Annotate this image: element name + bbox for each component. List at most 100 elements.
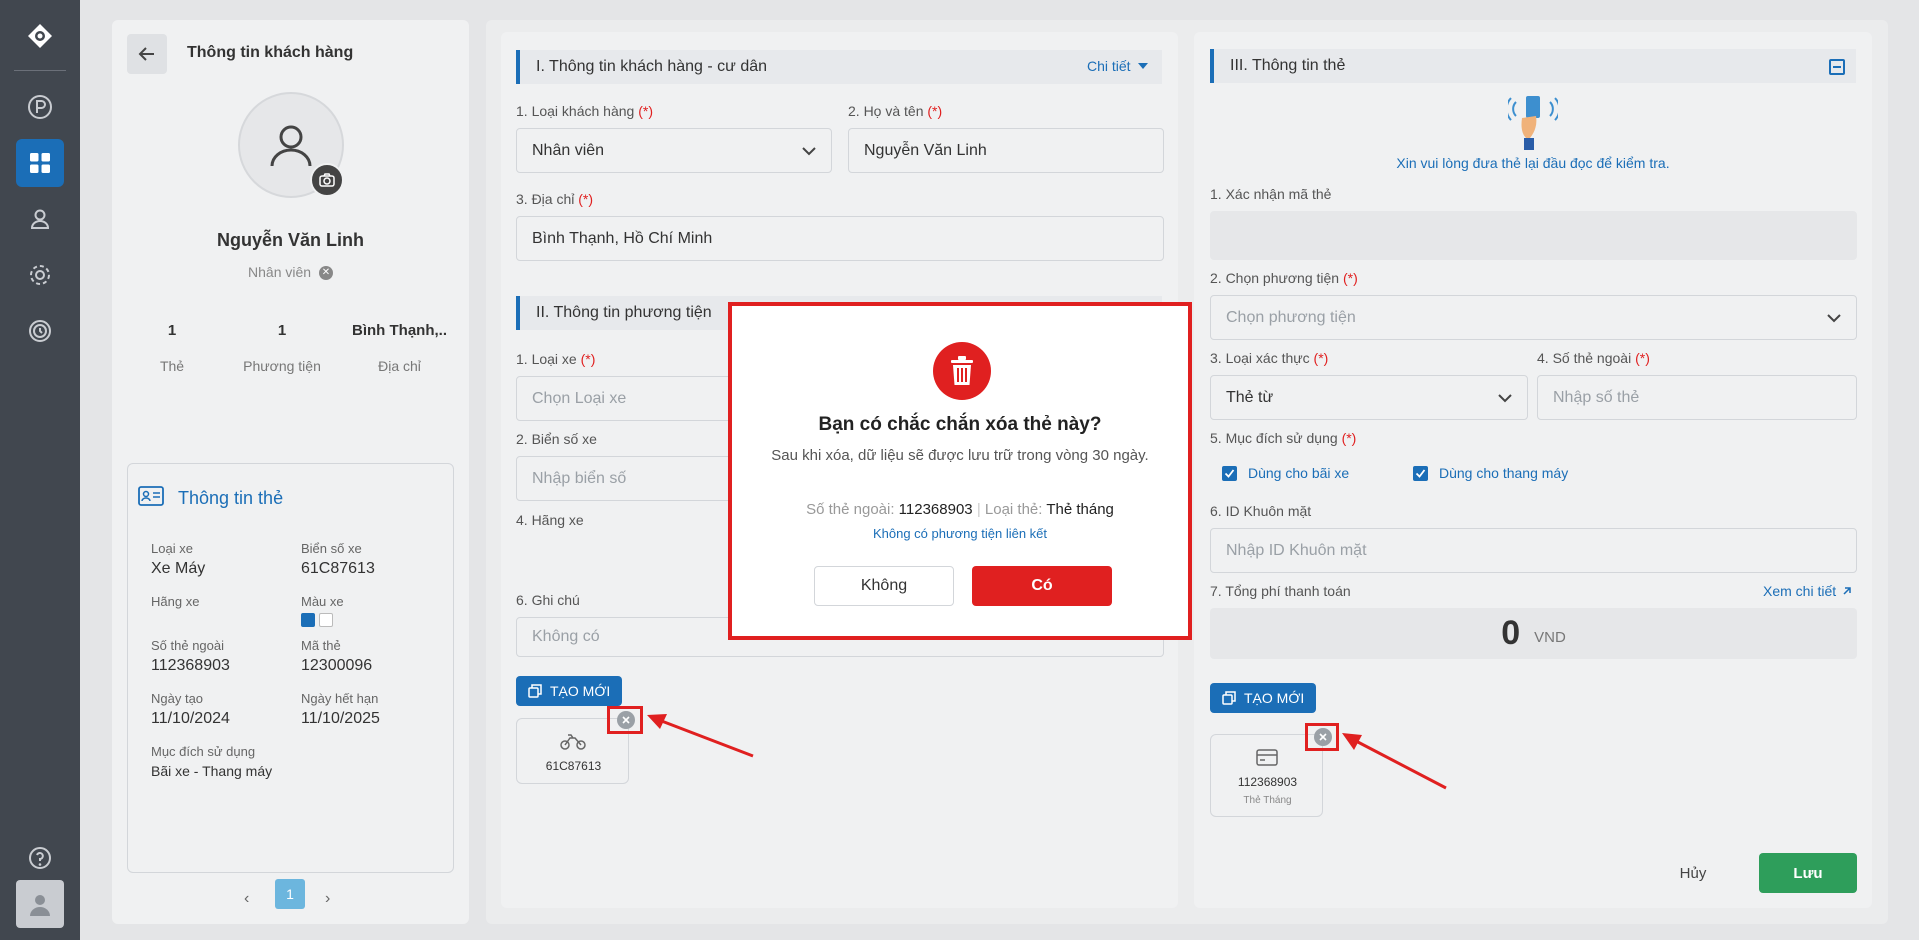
required-mark: (*) xyxy=(578,191,594,207)
ext-no-input[interactable]: Nhập số thẻ xyxy=(1537,375,1857,420)
value-created: 11/10/2024 xyxy=(151,710,230,727)
label-purpose: Mục đích sử dụng xyxy=(151,744,256,759)
label-confirm-code: 1. Xác nhận mã thẻ xyxy=(1210,186,1332,202)
label-plate: 2. Biển số xe xyxy=(516,431,597,447)
stat-cards-value: 1 xyxy=(167,322,177,339)
color-swatch-white xyxy=(319,613,333,627)
camera-button[interactable] xyxy=(310,163,344,197)
required-mark: (*) xyxy=(927,103,943,119)
label-brand: Hãng xe xyxy=(151,594,200,609)
checkbox-parking[interactable] xyxy=(1222,466,1237,481)
create-card-button[interactable]: TẠO MỚI xyxy=(1210,683,1317,713)
required-mark: (*) xyxy=(1342,270,1358,286)
value-vehicle-type: Xe Máy xyxy=(151,560,206,577)
label-auth-type-text: 3. Loại xác thực xyxy=(1210,350,1310,366)
chevron-down-icon xyxy=(802,147,816,156)
required-mark: (*) xyxy=(638,103,653,119)
customer-panel: Thông tin khách hàng Nguyễn Văn Linh Nhâ… xyxy=(112,20,469,924)
choose-vehicle-select[interactable]: Chọn phương tiện xyxy=(1210,295,1857,340)
modal-card-info: Số thẻ ngoài: 112368903 | Loại thẻ: Thẻ … xyxy=(732,501,1188,518)
label-created: Ngày tạo xyxy=(151,691,204,706)
label-customer-type: 1. Loại khách hàng (*) xyxy=(516,103,653,119)
label-ext-no-text: 4. Số thẻ ngoài xyxy=(1537,350,1632,366)
help-icon[interactable] xyxy=(16,834,64,882)
purpose-parking-label[interactable]: Dùng cho bãi xe xyxy=(1248,465,1349,481)
label-ext-no: 4. Số thẻ ngoài (*) xyxy=(1537,350,1650,366)
camera-icon xyxy=(319,173,335,187)
collapse-icon[interactable] xyxy=(1829,59,1845,75)
id-card-icon xyxy=(138,486,164,506)
dashboard-icon[interactable] xyxy=(16,139,64,187)
cancel-button[interactable]: Hủy xyxy=(1660,853,1726,893)
section3-header: III. Thông tin thẻ xyxy=(1210,49,1856,83)
label-brand: 4. Hãng xe xyxy=(516,512,584,528)
stat-cards-label: Thẻ xyxy=(159,358,185,374)
logo-icon[interactable] xyxy=(16,12,64,60)
modal-ext-no-label: Số thẻ ngoài: xyxy=(806,501,895,518)
confirm-code-input[interactable] xyxy=(1210,211,1857,260)
motorbike-icon xyxy=(560,734,586,750)
label-ext-no: Số thẻ ngoài xyxy=(151,638,225,653)
label-fullname: 2. Họ và tên (*) xyxy=(848,103,942,119)
section1-title: I. Thông tin khách hàng - cư dân xyxy=(536,58,768,75)
auth-type-select[interactable]: Thẻ từ xyxy=(1210,375,1528,420)
checkbox-elevator[interactable] xyxy=(1413,466,1428,481)
label-purpose-text: 5. Mục đích sử dụng xyxy=(1210,430,1338,446)
label-fullname-text: 2. Họ và tên xyxy=(848,103,924,119)
customer-type-select[interactable]: Nhân viên xyxy=(516,128,832,173)
value-ext-no: 112368903 xyxy=(151,657,230,674)
required-mark: (*) xyxy=(1341,430,1357,446)
stat-address-value: Bình Thạnh,.. xyxy=(352,322,447,339)
total-value: 0 xyxy=(1501,614,1521,652)
total-box: 0 VND xyxy=(1210,608,1857,659)
settings-icon[interactable] xyxy=(16,251,64,299)
modal-card-type: Thẻ tháng xyxy=(1046,501,1114,518)
history-icon[interactable] xyxy=(16,307,64,355)
modal-subtitle: Sau khi xóa, dữ liệu sẽ được lưu trữ tro… xyxy=(771,447,1149,464)
save-button[interactable]: Lưu xyxy=(1759,853,1857,893)
panel-title: Thông tin khách hàng xyxy=(187,44,354,61)
pager-next-icon[interactable]: › xyxy=(325,890,330,908)
modal-yes-button[interactable]: Có xyxy=(972,566,1112,606)
user-icon[interactable] xyxy=(16,195,64,243)
label-vehicle-type-text: 1. Loại xe xyxy=(516,351,577,367)
card-item-number: 112368903 xyxy=(1237,775,1298,789)
remove-card-icon[interactable] xyxy=(1314,728,1332,746)
label-vehicle-type: 1. Loại xe (*) xyxy=(516,351,595,367)
avatar[interactable] xyxy=(16,880,64,928)
copy-icon xyxy=(528,684,542,698)
card-item-type: Thẻ Tháng xyxy=(1243,795,1292,806)
stat-vehicles-value: 1 xyxy=(277,322,287,339)
label-face-id: 6. ID Khuôn mặt xyxy=(1210,503,1312,519)
card-info-title: Thông tin thẻ xyxy=(178,488,284,508)
face-id-input[interactable]: Nhập ID Khuôn mặt xyxy=(1210,528,1857,573)
card-reader-icon xyxy=(1508,96,1558,150)
value-expiry: 11/10/2025 xyxy=(301,710,380,727)
purpose-elevator-label[interactable]: Dùng cho thang máy xyxy=(1439,465,1568,481)
annotation-arrow xyxy=(647,714,754,758)
external-link-icon xyxy=(1843,587,1851,595)
label-auth-type: 3. Loại xác thực (*) xyxy=(1210,350,1328,366)
customer-role: Nhân viên ✕ xyxy=(112,264,469,281)
label-total: 7. Tổng phí thanh toán xyxy=(1210,583,1351,599)
label-purpose: 5. Mục đích sử dụng (*) xyxy=(1210,430,1356,446)
annotation-arrow xyxy=(1342,733,1447,790)
fullname-input[interactable]: Nguyễn Văn Linh xyxy=(848,128,1164,173)
create-vehicle-button[interactable]: TẠO MỚI xyxy=(516,676,623,706)
pager-page[interactable]: 1 xyxy=(275,879,305,909)
remove-vehicle-icon[interactable] xyxy=(617,711,635,729)
credit-card-icon xyxy=(1256,749,1278,766)
address-input[interactable]: Bình Thạnh, Hồ Chí Minh xyxy=(516,216,1164,261)
clear-icon[interactable]: ✕ xyxy=(318,266,333,281)
pager-prev-icon[interactable]: ‹ xyxy=(244,890,249,908)
view-detail-link[interactable]: Xem chi tiết xyxy=(1763,583,1852,599)
label-color: Màu xe xyxy=(301,594,344,609)
copy-icon xyxy=(1222,691,1236,705)
modal-no-button[interactable]: Không xyxy=(814,566,954,606)
choose-vehicle-value: Chọn phương tiện xyxy=(1226,308,1356,326)
value-purpose: Bãi xe - Thang máy xyxy=(151,763,273,779)
parking-icon[interactable] xyxy=(16,83,64,131)
back-button[interactable] xyxy=(127,34,167,74)
view-detail-text: Xem chi tiết xyxy=(1763,583,1837,599)
detail-link[interactable]: Chi tiết xyxy=(1087,58,1149,74)
